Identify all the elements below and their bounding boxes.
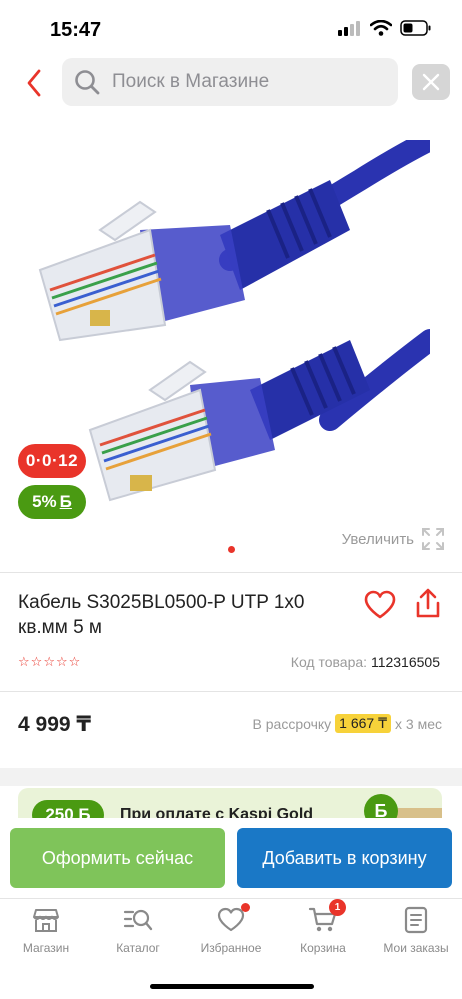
tab-label: Каталог <box>116 941 160 955</box>
product-code-label: Код товара: <box>290 654 368 670</box>
star-icon: ☆ <box>55 654 68 669</box>
product-title: Кабель S3025BL0500-P UTP 1x0 кв.мм 5 м <box>18 592 305 638</box>
action-bar: Оформить сейчас Добавить в корзину <box>0 818 462 898</box>
order-now-button[interactable]: Оформить сейчас <box>10 828 225 888</box>
share-button[interactable] <box>414 588 442 620</box>
zoom-button[interactable]: Увеличить <box>342 528 444 550</box>
add-to-cart-button[interactable]: Добавить в корзину <box>237 828 452 888</box>
bonus-badge: 5% Б <box>18 485 86 519</box>
bonus-symbol: Б <box>59 492 72 511</box>
product-gallery[interactable]: 0·0·12 5% Б Увеличить <box>0 140 462 560</box>
orders-icon <box>401 905 431 935</box>
installment-amount: 1 667 ₸ <box>335 714 392 733</box>
star-icon: ☆ <box>43 654 55 669</box>
favorite-button[interactable] <box>364 590 396 620</box>
status-icons <box>338 20 432 36</box>
divider <box>0 691 462 692</box>
product-price: 4 999 ₸ <box>18 713 91 736</box>
close-icon <box>422 73 440 91</box>
heart-icon <box>364 590 396 619</box>
status-time: 15:47 <box>50 19 102 41</box>
cart-count-badge: 1 <box>329 899 346 916</box>
tab-catalog[interactable]: Каталог <box>92 905 184 955</box>
timer-badge: 0·0·12 <box>18 444 86 478</box>
heart-icon <box>216 903 250 935</box>
tab-label: Избранное <box>200 941 262 955</box>
bonus-percent: 5% <box>32 492 57 511</box>
search-icon <box>75 70 100 95</box>
section-separator <box>0 768 462 786</box>
expand-icon <box>422 528 444 550</box>
catalog-search-icon <box>123 905 153 935</box>
installment-info[interactable]: В рассрочку 1 667 ₸ x 3 мес <box>253 714 442 733</box>
installment-prefix: В рассрочку <box>252 715 332 732</box>
tab-label: Корзина <box>300 941 346 955</box>
search-row: Поиск в Магазине <box>0 58 462 108</box>
wifi-icon <box>370 20 392 36</box>
store-icon <box>31 905 61 935</box>
star-icon: ☆ <box>30 654 43 669</box>
share-icon <box>416 588 440 618</box>
status-bar: 15:47 <box>0 0 462 56</box>
divider <box>0 572 462 573</box>
tab-cart[interactable]: 1 Корзина <box>277 899 369 955</box>
star-icon: ☆ <box>68 654 81 669</box>
tab-favorites[interactable]: Избранное <box>185 903 277 955</box>
search-input[interactable]: Поиск в Магазине <box>62 58 398 106</box>
zoom-label: Увеличить <box>341 530 414 548</box>
back-button[interactable] <box>22 66 46 100</box>
tab-store[interactable]: Магазин <box>0 905 92 955</box>
search-placeholder: Поиск в Магазине <box>112 71 270 92</box>
home-indicator <box>150 984 314 989</box>
notification-dot <box>241 903 250 912</box>
tab-orders[interactable]: Мои заказы <box>370 905 462 955</box>
rating-stars[interactable]: ☆ ☆ ☆ ☆ ☆ <box>18 655 80 669</box>
tab-label: Мои заказы <box>383 941 449 955</box>
clear-search-button[interactable] <box>412 64 450 100</box>
gallery-page-indicator <box>228 546 235 553</box>
tab-label: Магазин <box>22 941 70 955</box>
battery-icon <box>400 20 431 36</box>
star-icon: ☆ <box>18 654 30 669</box>
product-code: Код товара: 112316505 <box>291 654 440 670</box>
product-code-value: 112316505 <box>370 654 440 670</box>
chevron-left-icon <box>27 69 41 97</box>
cart-icon: 1 <box>308 899 346 935</box>
cellular-signal-icon <box>338 21 360 36</box>
product-image <box>38 140 430 502</box>
installment-suffix: x 3 мес <box>395 715 442 732</box>
